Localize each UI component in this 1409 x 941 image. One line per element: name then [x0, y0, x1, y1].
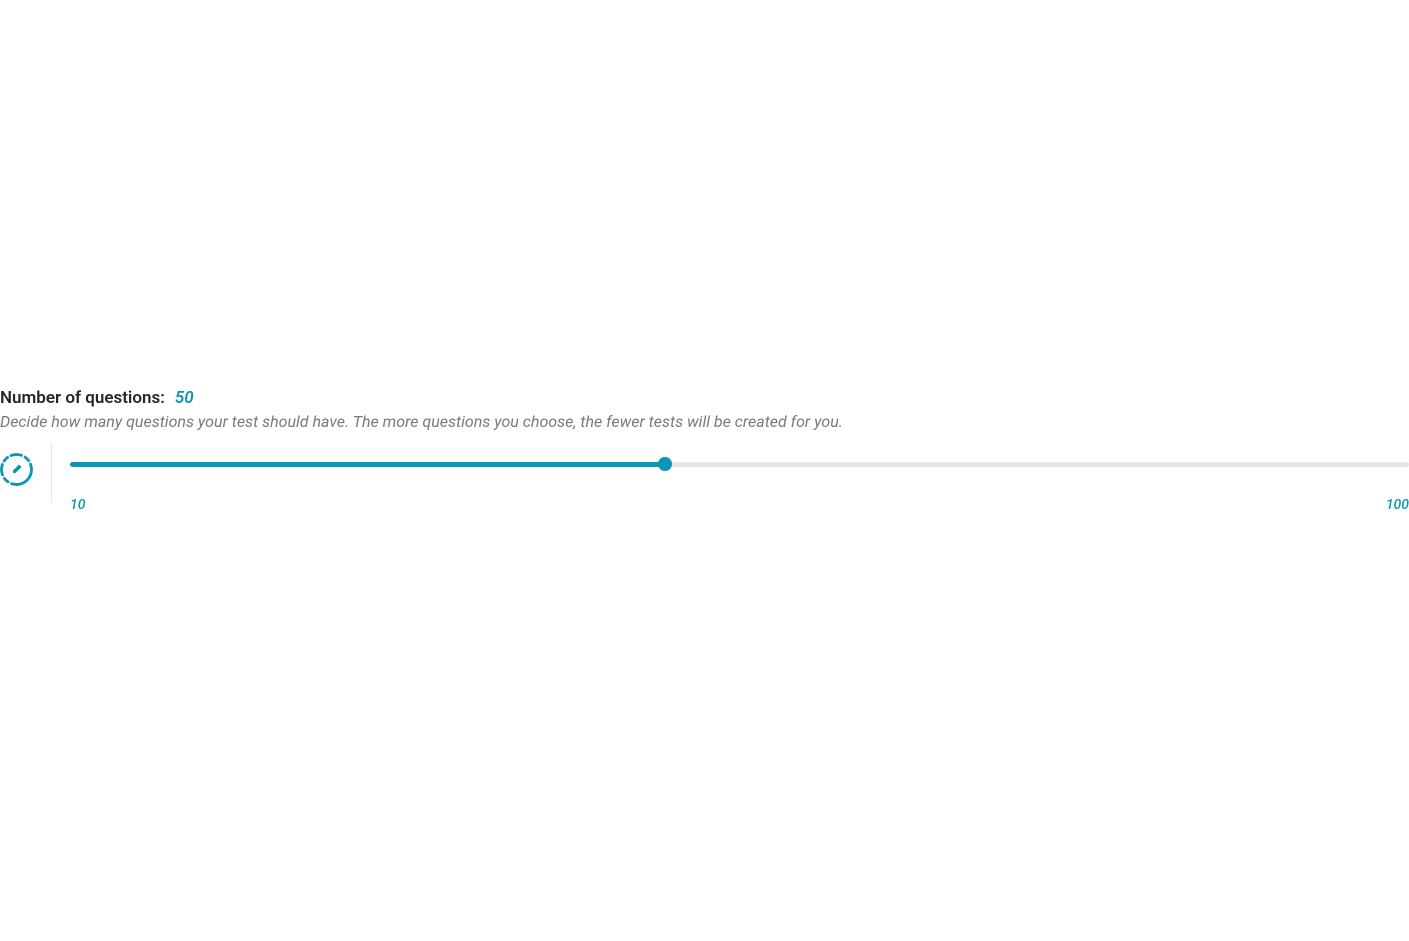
section-title: Number of questions: [0, 388, 165, 408]
question-count-slider[interactable] [70, 457, 1409, 471]
current-value-display: 50 [175, 388, 194, 408]
edit-target-icon [0, 453, 33, 486]
slider-thumb[interactable] [658, 457, 672, 471]
section-description: Decide how many questions your test shou… [0, 412, 1409, 431]
vertical-divider [51, 443, 52, 503]
slider-max-label: 100 [1386, 497, 1409, 513]
slider-min-label: 10 [70, 497, 85, 513]
section-header: Number of questions: 50 [0, 388, 1409, 408]
slider-track-fill [70, 462, 665, 467]
